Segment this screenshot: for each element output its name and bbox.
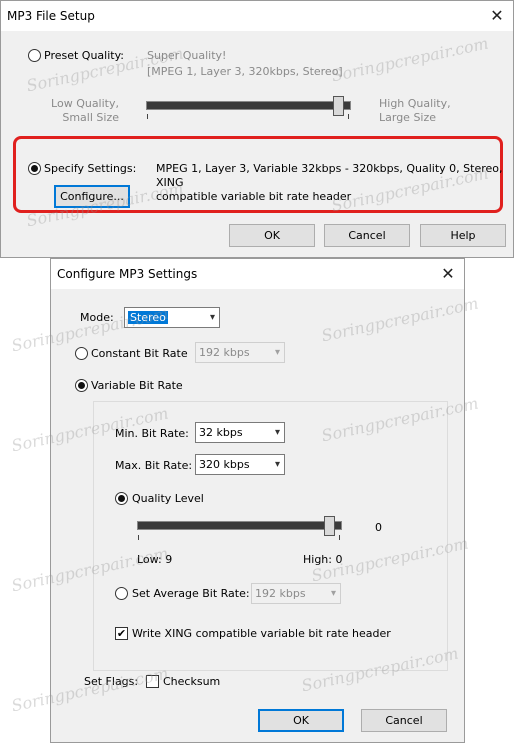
checksum-checkbox[interactable]	[146, 675, 159, 688]
chevron-down-icon: ▾	[209, 312, 215, 323]
average-bit-rate-select[interactable]: 192 kbps ▾	[251, 583, 341, 604]
min-bit-rate-value: 32 kbps	[199, 426, 243, 439]
high-quality-line-1: High Quality,	[379, 97, 451, 110]
constant-bit-rate-radio[interactable]	[75, 347, 88, 360]
close-icon[interactable]: ✕	[438, 264, 458, 284]
cancel-button[interactable]: Cancel	[361, 709, 447, 732]
chevron-down-icon: ▾	[274, 347, 280, 358]
specify-settings-details: MPEG 1, Layer 3, Variable 32kbps - 320kb…	[156, 162, 513, 204]
help-button[interactable]: Help	[420, 224, 506, 247]
mp3-file-setup-window: MP3 File Setup ✕ Preset Quality: Super Q…	[0, 0, 514, 258]
xing-header-checkbox[interactable]: ✔	[115, 627, 128, 640]
quality-low-label: Low: 9	[137, 553, 173, 566]
specify-settings-radio[interactable]	[28, 162, 41, 175]
mp3-file-setup-titlebar: MP3 File Setup ✕	[1, 1, 513, 31]
high-quality-label: High Quality, Large Size	[379, 97, 451, 125]
set-flags-label: Set Flags:	[84, 675, 139, 688]
min-bit-rate-select[interactable]: 32 kbps ▾	[195, 422, 285, 443]
quality-level-radio[interactable]	[115, 492, 128, 505]
preset-quality-slider-thumb[interactable]	[333, 96, 344, 116]
configure-button[interactable]: Configure...	[54, 185, 130, 208]
specify-settings-label: Specify Settings:	[44, 162, 137, 175]
slider-tick	[339, 535, 340, 540]
chevron-down-icon: ▾	[274, 459, 280, 470]
constant-bit-rate-select[interactable]: 192 kbps ▾	[195, 342, 285, 363]
variable-bit-rate-label: Variable Bit Rate	[91, 379, 183, 392]
low-quality-line-2: Small Size	[62, 111, 119, 124]
ok-button[interactable]: OK	[229, 224, 315, 247]
average-bit-rate-value: 192 kbps	[255, 587, 306, 600]
mode-select-value: Stereo	[128, 311, 168, 324]
quality-level-slider-thumb[interactable]	[324, 516, 335, 536]
ok-button[interactable]: OK	[258, 709, 344, 732]
average-bit-rate-label: Set Average Bit Rate:	[132, 587, 250, 600]
max-bit-rate-value: 320 kbps	[199, 458, 250, 471]
specify-details-line-2: compatible variable bit rate header	[156, 190, 352, 203]
variable-bit-rate-radio[interactable]	[75, 379, 88, 392]
specify-details-line-1: MPEG 1, Layer 3, Variable 32kbps - 320kb…	[156, 162, 503, 189]
quality-level-slider[interactable]	[137, 521, 342, 530]
average-bit-rate-radio[interactable]	[115, 587, 128, 600]
preset-quality-radio[interactable]	[28, 49, 41, 62]
constant-bit-rate-value: 192 kbps	[199, 346, 250, 359]
slider-tick	[138, 535, 139, 540]
low-quality-line-1: Low Quality,	[51, 97, 119, 110]
configure-mp3-settings-window: Configure MP3 Settings ✕ Mode: Stereo ▾ …	[50, 258, 465, 743]
close-icon[interactable]: ✕	[487, 6, 507, 26]
mode-label: Mode:	[80, 311, 114, 324]
preset-details: [MPEG 1, Layer 3, 320kbps, Stereo]	[147, 65, 343, 78]
slider-tick	[348, 114, 349, 119]
window-title: MP3 File Setup	[7, 9, 95, 23]
high-quality-line-2: Large Size	[379, 111, 437, 124]
min-bit-rate-label: Min. Bit Rate:	[115, 427, 189, 440]
chevron-down-icon: ▾	[330, 588, 336, 599]
mode-select[interactable]: Stereo ▾	[124, 307, 220, 328]
slider-tick	[147, 114, 148, 119]
low-quality-label: Low Quality, Small Size	[19, 97, 119, 125]
window-title: Configure MP3 Settings	[57, 267, 198, 281]
quality-level-value: 0	[375, 521, 382, 534]
constant-bit-rate-label: Constant Bit Rate	[91, 347, 188, 360]
max-bit-rate-select[interactable]: 320 kbps ▾	[195, 454, 285, 475]
preset-name: Super Quality!	[147, 49, 227, 62]
quality-high-label: High: 0	[303, 553, 343, 566]
chevron-down-icon: ▾	[274, 427, 280, 438]
checksum-label: Checksum	[163, 675, 221, 688]
quality-level-label: Quality Level	[132, 492, 204, 505]
max-bit-rate-label: Max. Bit Rate:	[115, 459, 193, 472]
preset-quality-label: Preset Quality:	[44, 49, 125, 62]
xing-header-label: Write XING compatible variable bit rate …	[132, 627, 391, 640]
preset-quality-slider[interactable]	[146, 101, 351, 110]
configure-mp3-titlebar: Configure MP3 Settings ✕	[51, 259, 464, 289]
cancel-button[interactable]: Cancel	[324, 224, 410, 247]
